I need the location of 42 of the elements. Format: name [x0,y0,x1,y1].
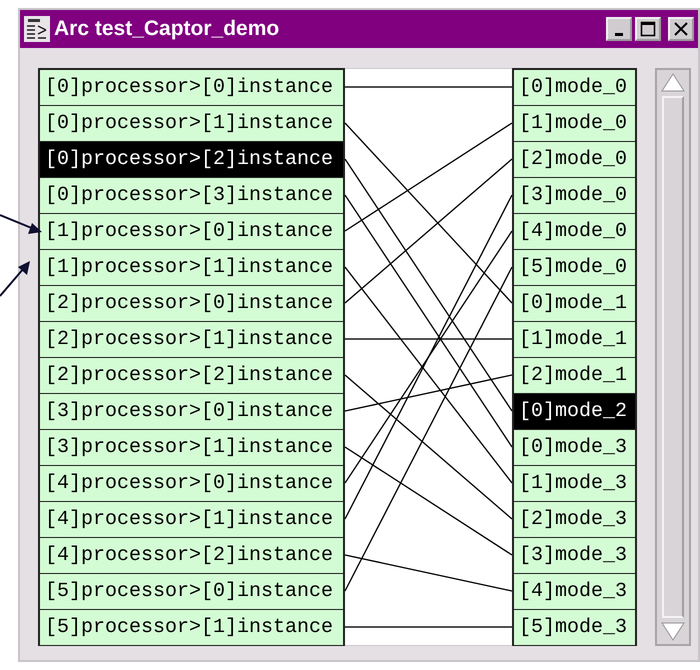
pointer-arrow-icon [0,214,43,236]
list-item[interactable]: [0]mode_3 [514,430,635,465]
minimize-button[interactable] [606,17,632,41]
maximize-button[interactable] [635,17,661,41]
list-item[interactable]: [4]processor>[1]instance [40,502,343,537]
list-item[interactable]: [3]processor>[1]instance [40,430,343,465]
list-item[interactable]: [3]mode_3 [514,538,635,573]
list-item[interactable]: [2]processor>[2]instance [40,358,343,393]
list-item[interactable]: [0]processor>[1]instance [40,106,343,141]
close-button[interactable] [668,17,694,41]
list-item[interactable]: [0]processor>[0]instance [40,70,343,105]
list-item[interactable]: [0]mode_1 [514,286,635,321]
window-title: Arc test_Captor_demo [54,17,280,41]
list-item[interactable]: [5]processor>[0]instance [40,574,343,609]
list-item[interactable]: [5]mode_0 [514,250,635,285]
list-item[interactable]: [2]mode_1 [514,358,635,393]
list-item[interactable]: [4]processor>[0]instance [40,466,343,501]
list-item[interactable]: [5]processor>[1]instance [40,610,343,645]
maximize-icon [640,21,656,37]
list-item[interactable]: [4]mode_0 [514,214,635,249]
list-item[interactable]: [0]mode_0 [514,70,635,105]
list-item[interactable]: [3]processor>[0]instance [40,394,343,429]
list-item[interactable]: [2]mode_3 [514,502,635,537]
minimize-icon [615,32,623,36]
list-item[interactable]: [2]processor>[1]instance [40,322,343,357]
list-item[interactable]: [1]mode_0 [514,106,635,141]
list-item[interactable]: [0]mode_2 [514,394,635,429]
list-item[interactable]: [5]mode_3 [514,610,635,645]
list-item[interactable]: [0]processor>[3]instance [40,178,343,213]
list-item[interactable]: [2]processor>[0]instance [40,286,343,321]
list-item[interactable]: [1]processor>[0]instance [40,214,343,249]
list-item[interactable]: [4]processor>[2]instance [40,538,343,573]
list-item[interactable]: [0]processor>[2]instance [40,142,343,177]
scrollbar[interactable] [655,68,691,646]
list-item[interactable]: [2]mode_0 [514,142,635,177]
list-item[interactable]: [3]mode_0 [514,178,635,213]
list-item[interactable]: [4]mode_3 [514,574,635,609]
list-item[interactable]: [1]mode_1 [514,322,635,357]
close-icon [673,21,689,37]
app-icon [24,16,50,42]
list-item[interactable]: [1]processor>[1]instance [40,250,343,285]
list-item[interactable]: [1]mode_3 [514,466,635,501]
